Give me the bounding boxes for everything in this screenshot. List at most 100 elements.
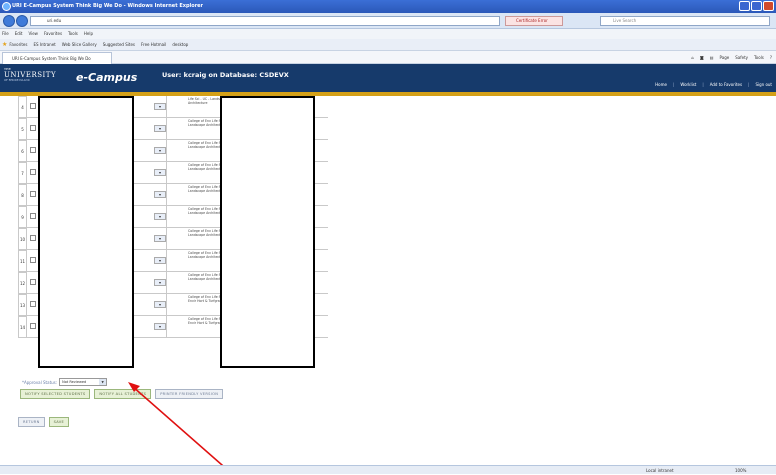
row-checkbox[interactable] bbox=[30, 191, 36, 197]
notify-selected-button[interactable]: NOTIFY SELECTED STUDENTS bbox=[20, 389, 91, 399]
approval-value: Not Reviewed bbox=[62, 380, 87, 384]
menu-favorites[interactable]: Favorites bbox=[44, 29, 62, 39]
search-placeholder: Live Search bbox=[613, 18, 637, 23]
row-checkbox[interactable] bbox=[30, 125, 36, 131]
page-menu[interactable]: Page bbox=[720, 53, 730, 62]
site-header: THE UNIVERSITY OF RHODE ISLAND e-Campus … bbox=[0, 64, 776, 92]
menu-tools[interactable]: Tools bbox=[68, 29, 78, 39]
chevron-down-icon: ▾ bbox=[158, 126, 161, 131]
chevron-down-icon: ▾ bbox=[158, 192, 161, 197]
address-bar[interactable]: uri.edu bbox=[30, 16, 500, 26]
row-checkbox[interactable] bbox=[30, 323, 36, 329]
worklist-link[interactable]: Worklist bbox=[680, 82, 696, 87]
minimize-button[interactable] bbox=[739, 1, 750, 11]
chevron-down-icon: ▾ bbox=[158, 236, 161, 241]
menu-edit[interactable]: Edit bbox=[15, 29, 23, 39]
row-dropdown[interactable]: ▾ bbox=[154, 213, 166, 220]
row-dropdown[interactable]: ▾ bbox=[154, 191, 166, 198]
window-title: URI E-Campus System Think Big We Do - Wi… bbox=[12, 3, 204, 9]
row-dropdown[interactable]: ▾ bbox=[154, 301, 166, 308]
certificate-error-button[interactable]: Certificate Error bbox=[505, 16, 563, 26]
redaction-box bbox=[220, 96, 315, 368]
row-checkbox[interactable] bbox=[30, 279, 36, 285]
form-buttons: RETURN SAVE bbox=[18, 417, 70, 427]
menu-file[interactable]: File bbox=[2, 29, 9, 39]
chevron-down-icon: ▾ bbox=[158, 104, 161, 109]
row-dropdown[interactable]: ▾ bbox=[154, 235, 166, 242]
fav-desktop[interactable]: desktop bbox=[172, 39, 188, 50]
favorites-bar: ★ Favorites ES Intranet Web Slice Gallery… bbox=[0, 39, 776, 51]
fav-web-slice[interactable]: Web Slice Gallery bbox=[62, 39, 97, 50]
command-bar: ⌂ ◙ ▤ Page Safety Tools ? bbox=[691, 53, 772, 62]
tools-menu[interactable]: Tools bbox=[754, 53, 764, 62]
row-number: 14 bbox=[18, 316, 27, 338]
fav-es-intranet[interactable]: ES Intranet bbox=[33, 39, 55, 50]
row-dropdown[interactable]: ▾ bbox=[154, 125, 166, 132]
row-checkbox[interactable] bbox=[30, 301, 36, 307]
column-divider bbox=[166, 140, 167, 162]
row-checkbox[interactable] bbox=[30, 169, 36, 175]
link-separator: | bbox=[748, 82, 750, 87]
row-checkbox[interactable] bbox=[30, 103, 36, 109]
column-divider bbox=[166, 96, 167, 118]
row-dropdown[interactable]: ▾ bbox=[154, 169, 166, 176]
row-number: 9 bbox=[18, 206, 27, 228]
logo-sub: OF RHODE ISLAND bbox=[4, 79, 30, 82]
column-divider bbox=[166, 184, 167, 206]
chevron-down-icon: ▾ bbox=[158, 324, 161, 329]
home-link[interactable]: Home bbox=[655, 82, 667, 87]
fav-suggested-sites[interactable]: Suggested Sites bbox=[103, 39, 135, 50]
redaction-box bbox=[38, 96, 134, 368]
chevron-down-icon: ▾ bbox=[158, 214, 161, 219]
row-dropdown[interactable]: ▾ bbox=[154, 103, 166, 110]
maximize-button[interactable] bbox=[751, 1, 762, 11]
chevron-down-icon: ▾ bbox=[158, 280, 161, 285]
menu-help[interactable]: Help bbox=[84, 29, 93, 39]
logo-university: UNIVERSITY bbox=[4, 71, 57, 79]
sign-out-link[interactable]: Sign out bbox=[755, 82, 772, 87]
forward-button[interactable] bbox=[16, 15, 28, 27]
browser-tab[interactable]: URI E-Campus System Think Big We Do bbox=[2, 52, 112, 64]
menu-bar: File Edit View Favorites Tools Help bbox=[0, 29, 776, 39]
row-dropdown[interactable]: ▾ bbox=[154, 323, 166, 330]
notify-all-button[interactable]: NOTIFY ALL STUDENTS bbox=[94, 389, 152, 399]
feeds-icon[interactable]: ◙ bbox=[700, 53, 704, 62]
row-number: 7 bbox=[18, 162, 27, 184]
row-dropdown[interactable]: ▾ bbox=[154, 147, 166, 154]
help-icon[interactable]: ? bbox=[770, 53, 772, 62]
row-checkbox[interactable] bbox=[30, 257, 36, 263]
home-icon[interactable]: ⌂ bbox=[691, 53, 694, 62]
close-button[interactable] bbox=[763, 1, 774, 11]
star-icon: ★ bbox=[2, 40, 8, 48]
university-logo[interactable]: THE UNIVERSITY OF RHODE ISLAND bbox=[4, 67, 64, 82]
row-checkbox[interactable] bbox=[30, 147, 36, 153]
column-divider bbox=[166, 250, 167, 272]
row-number: 8 bbox=[18, 184, 27, 206]
column-divider bbox=[166, 118, 167, 140]
search-input[interactable]: Live Search bbox=[600, 16, 770, 26]
column-divider bbox=[166, 272, 167, 294]
column-divider bbox=[166, 294, 167, 316]
printer-friendly-button[interactable]: PRINTER FRIENDLY VERSION bbox=[155, 389, 224, 399]
fav-label: Free Hotmail bbox=[141, 41, 167, 47]
safety-menu[interactable]: Safety bbox=[735, 53, 748, 62]
tab-title: URI E-Campus System Think Big We Do bbox=[12, 56, 91, 61]
column-divider bbox=[166, 206, 167, 228]
row-number: 11 bbox=[18, 250, 27, 272]
menu-view[interactable]: View bbox=[28, 29, 38, 39]
fav-free-hotmail[interactable]: Free Hotmail bbox=[141, 39, 166, 50]
approval-status-select[interactable]: Not Reviewed ▼ bbox=[59, 378, 108, 386]
row-number: 13 bbox=[18, 294, 27, 316]
address-text: uri.edu bbox=[47, 18, 62, 23]
address-row: uri.edu Certificate Error Live Search bbox=[0, 13, 776, 29]
back-button[interactable] bbox=[3, 15, 15, 27]
favorites-button[interactable]: ★ Favorites bbox=[2, 39, 27, 50]
save-button[interactable]: SAVE bbox=[48, 417, 70, 427]
return-button[interactable]: RETURN bbox=[18, 417, 45, 427]
row-dropdown[interactable]: ▾ bbox=[154, 257, 166, 264]
print-icon[interactable]: ▤ bbox=[710, 53, 714, 62]
add-favorites-link[interactable]: Add to Favorites bbox=[710, 82, 742, 87]
row-checkbox[interactable] bbox=[30, 213, 36, 219]
row-checkbox[interactable] bbox=[30, 235, 36, 241]
row-dropdown[interactable]: ▾ bbox=[154, 279, 166, 286]
